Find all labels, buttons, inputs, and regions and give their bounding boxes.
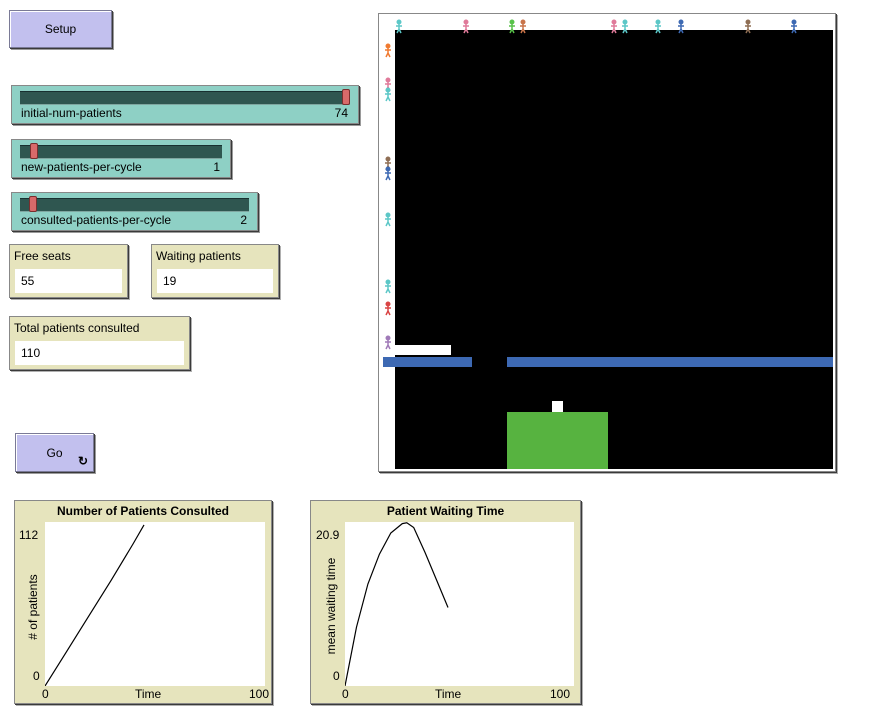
series-line	[44, 524, 145, 687]
monitor-value: 55	[15, 269, 122, 293]
plot-patients-consulted: Number of Patients Consulted 112 0 0 100…	[14, 500, 272, 704]
slider-handle[interactable]	[28, 196, 37, 212]
plot-title: Number of Patients Consulted	[56, 504, 229, 518]
plot-waiting-time: Patient Waiting Time 20.9 0 0 100 Time m…	[310, 500, 581, 704]
plot-canvas	[44, 524, 145, 687]
y-axis-label: # of patients	[26, 574, 40, 640]
monitor-label: Total patients consulted	[14, 321, 140, 335]
x-axis-label: Time	[435, 687, 462, 701]
slider-handle[interactable]	[29, 143, 38, 159]
patient	[385, 43, 391, 58]
y-max-tick: 112	[19, 528, 39, 542]
slider-track[interactable]	[20, 198, 249, 212]
monitor-value: 110	[15, 341, 184, 365]
slider-track[interactable]	[20, 145, 222, 159]
setup-button[interactable]: Setup	[9, 10, 112, 48]
y-max-tick: 20.9	[316, 528, 340, 542]
slider-label: initial-num-patients	[21, 106, 122, 120]
setup-button-label: Setup	[44, 22, 77, 36]
patient	[385, 279, 391, 294]
slider-handle[interactable]	[342, 89, 350, 105]
monitor-total-patients-consulted: Total patients consulted 110	[9, 316, 190, 370]
monitor-free-seats: Free seats 55	[9, 244, 128, 298]
reception-desk	[395, 345, 451, 355]
wall-right	[507, 357, 833, 367]
slider-value: 74	[334, 106, 348, 120]
x-max-tick: 100	[550, 687, 571, 701]
x-min-tick: 0	[42, 687, 49, 701]
patient	[385, 87, 391, 102]
slider-value: 2	[240, 213, 247, 227]
monitor-waiting-patients: Waiting patients 19	[151, 244, 279, 298]
series-line	[344, 522, 449, 687]
slider-track[interactable]	[20, 91, 350, 105]
world-view[interactable]	[378, 13, 836, 472]
patient	[385, 301, 391, 316]
plot-area	[44, 522, 265, 687]
patient	[385, 212, 391, 227]
x-axis-label: Time	[135, 687, 162, 701]
go-button[interactable]: Go ↻	[15, 433, 94, 472]
slider-label: new-patients-per-cycle	[21, 160, 142, 174]
y-min-tick: 0	[33, 669, 40, 683]
monitor-value: 19	[157, 269, 273, 293]
slider-label: consulted-patients-per-cycle	[21, 213, 172, 227]
x-min-tick: 0	[342, 687, 349, 701]
plot-title: Patient Waiting Time	[386, 504, 505, 518]
doctor	[552, 401, 563, 412]
doctor-room	[507, 412, 608, 469]
patient	[385, 335, 391, 350]
x-max-tick: 100	[249, 687, 270, 701]
slider-new-patients-per-cycle[interactable]: new-patients-per-cycle 1	[11, 139, 231, 178]
world-background	[395, 30, 833, 469]
y-min-tick: 0	[333, 669, 340, 683]
slider-consulted-patients-per-cycle[interactable]: consulted-patients-per-cycle 2	[11, 192, 258, 231]
wall-left	[383, 357, 472, 367]
go-button-label: Go	[46, 445, 63, 460]
slider-value: 1	[213, 160, 220, 174]
monitor-label: Waiting patients	[156, 249, 241, 263]
forever-arrows-icon: ↻	[77, 454, 88, 468]
plot-canvas	[344, 522, 449, 687]
plot-area	[344, 522, 574, 687]
slider-initial-num-patients[interactable]: initial-num-patients 74	[11, 85, 359, 124]
y-axis-label: mean waiting time	[324, 557, 338, 655]
monitor-label: Free seats	[14, 249, 71, 263]
patient	[385, 166, 391, 181]
world-canvas	[383, 19, 833, 469]
